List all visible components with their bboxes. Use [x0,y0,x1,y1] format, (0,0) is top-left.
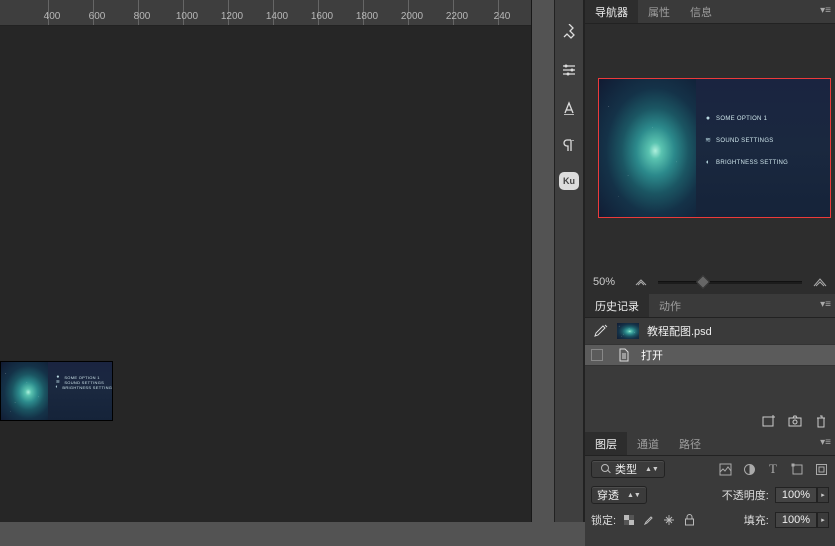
opacity-label: 不透明度: [722,487,769,503]
ruler-tick: 1000 [172,11,202,22]
ruler-tick: 2200 [442,11,472,22]
ruler-tick: 1800 [352,11,382,22]
history-tabbar: 历史记录 动作 ▾≡ [585,294,835,318]
history-thumbnail [617,323,639,339]
ruler-tick: 1600 [307,11,337,22]
ruler-tick: 600 [82,11,112,22]
lock-transparency-icon[interactable] [622,513,636,527]
panel-menu-icon[interactable]: ▾≡ [820,299,831,310]
menu-item-label: SOUND SETTINGS [716,138,774,144]
tab-channels[interactable]: 通道 [627,432,669,455]
opacity-dropdown-icon[interactable]: ▸ [817,487,829,503]
document-icon [617,348,631,362]
tab-layers[interactable]: 图层 [585,432,627,455]
blend-mode-label: 穿透 [597,487,619,503]
lock-label: 锁定: [591,512,616,528]
filter-adjustment-icon[interactable] [741,461,757,477]
slider-thumb[interactable] [696,275,710,289]
trash-icon[interactable] [813,414,829,428]
layer-filter-kind: 类型 [615,461,637,477]
paragraph-icon[interactable] [557,134,581,158]
history-step-label: 打开 [641,347,663,363]
navigator-preview[interactable]: ● SOME OPTION 1 ≋ SOUND SETTINGS ◐ BRIGHTNE… [598,78,831,218]
history-step-row[interactable]: 打开 [585,344,835,366]
navigator-tabbar: 导航器 属性 信息 ▾≡ [585,0,835,24]
document-preview[interactable]: ●SOME OPTION 1 ≋SOUND SETTINGS ◐BRIGHTNE… [0,361,113,421]
tab-actions[interactable]: 动作 [649,294,691,317]
lock-pixels-icon[interactable] [642,513,656,527]
ruler-tick: 1200 [217,11,247,22]
history-footer [761,414,829,428]
canvas-scroll-edge[interactable] [531,0,554,522]
ruler-tick: 240 [487,11,517,22]
ruler-tick: 400 [37,11,67,22]
vertical-toolbar: Ku [554,0,584,522]
lock-position-icon[interactable] [662,513,676,527]
tab-history[interactable]: 历史记录 [585,294,649,317]
ruler-tick: 800 [127,11,157,22]
menu-item-label: BRIGHTNESS SETTING [716,160,788,166]
zoom-in-icon[interactable] [812,277,827,287]
panel-menu-icon[interactable]: ▾≡ [820,5,831,16]
tab-attributes[interactable]: 属性 [638,0,680,23]
character-icon[interactable] [557,96,581,120]
horizontal-ruler[interactable]: 400 600 800 1000 1200 1400 1600 1800 200… [0,0,554,26]
tab-info[interactable]: 信息 [680,0,722,23]
navigator-panel: ● SOME OPTION 1 ≋ SOUND SETTINGS ◐ BRIGHTNE… [585,24,835,294]
canvas-area: 400 600 800 1000 1200 1400 1600 1800 200… [0,0,554,522]
brightness-icon: ◐ [55,385,58,390]
zoom-slider[interactable] [658,276,802,288]
history-panel: 教程配图.psd 打开 [585,318,835,432]
filter-type-icon[interactable]: T [765,461,781,477]
layer-filter-select[interactable]: 类型 ▲▼ [591,460,665,478]
filter-shape-icon[interactable] [789,461,805,477]
new-doc-from-state-icon[interactable] [761,414,777,428]
chevron-updown-icon: ▲▼ [627,492,641,499]
history-file-name: 教程配图.psd [647,323,712,339]
kuler-badge[interactable]: Ku [559,172,579,190]
tab-paths[interactable]: 路径 [669,432,711,455]
right-panels: 导航器 属性 信息 ▾≡ ● SOME OPTION 1 ≋ SOUND SETTI… [584,0,835,522]
menu-item-label: BRIGHTNESS SETTING [62,385,112,390]
filter-smartobject-icon[interactable] [813,461,829,477]
filter-pixel-icon[interactable] [717,461,733,477]
snapshot-icon[interactable] [787,414,803,428]
history-source-row[interactable]: 教程配图.psd [585,318,835,344]
brightness-icon: ◐ [704,159,712,167]
history-brush-icon [593,323,609,339]
brush-tool-icon[interactable] [557,20,581,44]
zoom-out-icon[interactable] [633,277,648,287]
zoom-value[interactable]: 50% [593,276,623,288]
tab-navigator[interactable]: 导航器 [585,0,638,23]
fill-dropdown-icon[interactable]: ▸ [817,512,829,528]
blend-mode-select[interactable]: 穿透 ▲▼ [591,486,647,504]
ruler-tick: 1400 [262,11,292,22]
layers-tabbar: 图层 通道 路径 ▾≡ [585,432,835,456]
lock-all-icon[interactable] [682,513,696,527]
ruler-tick: 2000 [397,11,427,22]
navigator-zoom-bar: 50% [585,274,835,290]
history-step-checkbox[interactable] [591,349,603,361]
chevron-updown-icon: ▲▼ [645,466,659,473]
opacity-value[interactable]: 100% [775,487,817,503]
sound-icon: ≋ [704,137,712,145]
adjustments-icon[interactable] [557,58,581,82]
panel-menu-icon[interactable]: ▾≡ [820,437,831,448]
canvas-body[interactable]: ●SOME OPTION 1 ≋SOUND SETTINGS ◐BRIGHTNE… [0,26,554,522]
search-icon [601,464,611,474]
bullet-icon: ● [704,115,712,123]
menu-item-label: SOME OPTION 1 [716,116,767,122]
kuler-label: Ku [563,176,575,186]
fill-label: 填充: [744,512,769,528]
layers-panel: 类型 ▲▼ T 穿透 ▲▼ 不透明度: 100% ▸ 锁定: [585,456,835,546]
fill-value[interactable]: 100% [775,512,817,528]
